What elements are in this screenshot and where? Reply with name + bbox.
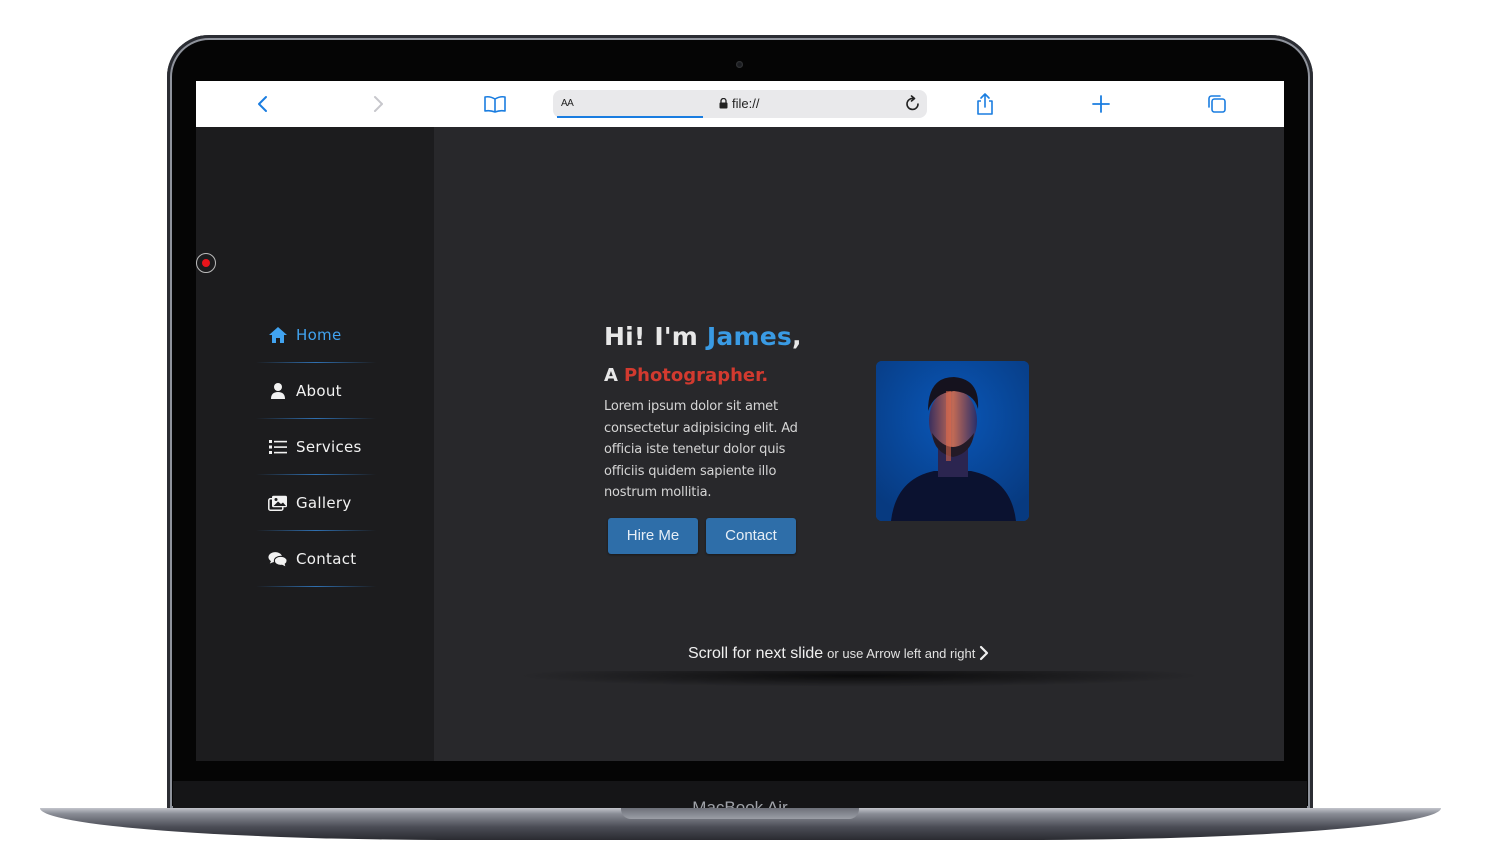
address-bar[interactable]: AA file:// xyxy=(553,90,927,118)
sidebar-nav: Home About Services Gallery Contact xyxy=(256,307,376,587)
scroll-hint-main: Scroll for next slide xyxy=(688,645,824,662)
url-display: file:// xyxy=(719,96,759,111)
images-icon xyxy=(268,494,288,512)
sidebar-item-home[interactable]: Home xyxy=(256,307,376,363)
bookmarks-icon[interactable] xyxy=(483,92,507,116)
sidebar-item-contact[interactable]: Contact xyxy=(256,531,376,587)
hero-buttons: Hire Me Contact xyxy=(608,517,844,554)
back-icon[interactable] xyxy=(251,92,275,116)
scroll-hint-sub: or use Arrow left and right xyxy=(827,646,976,661)
browser-toolbar: AA file:// xyxy=(196,81,1284,128)
sidebar-item-label: Services xyxy=(296,438,362,456)
camera-icon xyxy=(736,61,743,68)
list-icon xyxy=(268,438,288,456)
screen: AA file:// Home About Services Gallery C… xyxy=(196,81,1284,761)
user-icon xyxy=(268,382,288,400)
sidebar: Home About Services Gallery Contact xyxy=(196,127,434,761)
hero-description: Lorem ipsum dolor sit amet consectetur a… xyxy=(604,399,798,500)
main-content: Hi! I'm James, A Photographer. Lorem ipsu… xyxy=(434,127,1284,761)
hero-role: A Photographer. xyxy=(604,365,844,386)
sidebar-item-label: Gallery xyxy=(296,494,352,512)
sidebar-item-about[interactable]: About xyxy=(256,363,376,419)
sidebar-item-gallery[interactable]: Gallery xyxy=(256,475,376,531)
profile-photo xyxy=(876,361,1029,521)
record-indicator-icon xyxy=(196,253,216,273)
url-text: file:// xyxy=(732,96,760,111)
load-progress-bar xyxy=(557,116,703,118)
lock-icon xyxy=(719,98,728,109)
hire-me-button[interactable]: Hire Me xyxy=(608,517,698,554)
laptop-notch xyxy=(621,808,859,819)
share-icon[interactable] xyxy=(973,92,997,116)
new-tab-icon[interactable] xyxy=(1089,92,1113,116)
tabs-icon[interactable] xyxy=(1205,92,1229,116)
sidebar-item-label: About xyxy=(296,382,342,400)
scroll-hint: Scroll for next slide or use Arrow left … xyxy=(688,645,989,665)
forward-icon[interactable] xyxy=(366,92,390,116)
chevron-right-icon[interactable] xyxy=(979,645,989,665)
contact-button[interactable]: Contact xyxy=(706,517,796,554)
slide-shadow xyxy=(514,671,1204,687)
sidebar-item-services[interactable]: Services xyxy=(256,419,376,475)
role-title: Photographer. xyxy=(623,365,769,386)
hero-greeting: Hi! I'm James, xyxy=(604,322,844,351)
greeting-suffix: , xyxy=(791,322,802,351)
sidebar-item-label: Contact xyxy=(296,550,357,568)
greeting-text: Hi! I'm xyxy=(604,322,707,351)
reload-icon[interactable] xyxy=(905,95,921,116)
home-icon xyxy=(268,326,288,344)
reader-options[interactable]: AA xyxy=(561,98,574,109)
sidebar-item-label: Home xyxy=(296,326,342,344)
laptop-chin: MacBook Air xyxy=(173,781,1307,817)
hero-name: James xyxy=(706,322,792,351)
hero-section: Hi! I'm James, A Photographer. Lorem ipsu… xyxy=(604,322,844,554)
chat-icon xyxy=(268,550,288,568)
role-prefix: A xyxy=(604,365,618,386)
